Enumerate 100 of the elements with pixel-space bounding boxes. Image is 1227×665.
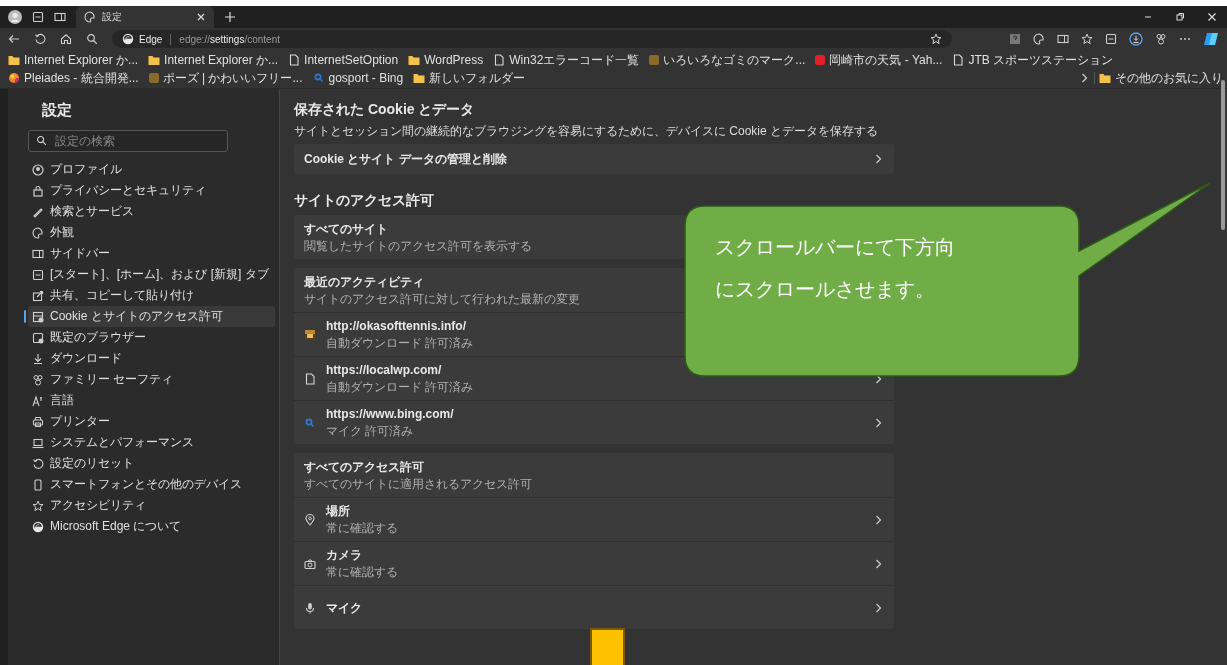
camera-icon xyxy=(304,557,316,570)
sidebar-item[interactable]: アクセシビリティ xyxy=(28,495,275,516)
bookmark-item[interactable]: Pleiades - 統合開発... xyxy=(8,70,139,86)
sidebar-item[interactable]: スマートフォンとその他のデバイス xyxy=(28,474,275,495)
sidebar-item[interactable]: ダウンロード xyxy=(28,348,275,369)
section-title: 保存された Cookie とデータ xyxy=(294,101,476,117)
family-icon xyxy=(32,373,44,386)
row-title: https://localwp.com/ xyxy=(326,363,443,377)
bookmark-item[interactable]: 岡崎市の天気 - Yah... xyxy=(815,52,943,68)
downloads-icon[interactable] xyxy=(1129,32,1143,46)
tab-title: 設定 xyxy=(102,10,122,24)
browser-icon xyxy=(32,331,44,344)
permission-row[interactable]: マイク xyxy=(294,585,894,629)
sidebar-item[interactable]: 外観 xyxy=(28,222,275,243)
laptop-icon xyxy=(32,436,44,449)
browser-tab[interactable]: 設定 xyxy=(76,6,214,28)
split-screen-icon[interactable] xyxy=(1057,33,1069,45)
permission-row[interactable]: 場所 常に確認する xyxy=(294,497,894,541)
manage-cookies-link[interactable]: Cookie とサイト データの管理と削除 xyxy=(294,144,894,174)
sidebar-item[interactable]: プロファイル xyxy=(28,159,275,180)
row-subtitle: 自動ダウンロード 許可済み xyxy=(326,380,474,394)
folder-icon xyxy=(148,54,161,66)
row-subtitle: 常に確認する xyxy=(326,565,398,579)
refresh-icon[interactable] xyxy=(34,33,46,45)
edge-logo-icon xyxy=(122,33,134,45)
favorite-star-icon[interactable] xyxy=(930,33,942,45)
bookmark-item[interactable]: Win32エラーコード一覧 xyxy=(493,52,640,68)
scrollbar-thumb[interactable] xyxy=(1221,80,1225,230)
sidebar-item[interactable]: システムとパフォーマンス xyxy=(28,432,275,453)
collections-icon[interactable] xyxy=(1105,33,1117,45)
home-icon[interactable] xyxy=(60,33,72,45)
row-subtitle: マイク 許可済み xyxy=(326,424,415,438)
favorites-icon[interactable] xyxy=(1081,33,1093,45)
folder-icon xyxy=(8,54,20,66)
bookmark-item[interactable]: その他のお気に入り xyxy=(1099,70,1223,86)
page-icon xyxy=(493,54,506,66)
sidebar-item[interactable]: 既定のブラウザー xyxy=(28,327,275,348)
bookmark-item[interactable]: gosport - Bing xyxy=(312,70,404,86)
site-label: Edge xyxy=(139,33,163,45)
microphone-icon xyxy=(304,601,316,614)
card-subtitle: すべてのサイトに適用されるアクセス許可 xyxy=(304,476,532,491)
callout-text: スクロールバーにて下方向にスクロールさせます。 xyxy=(715,235,956,302)
card-title: すべてのサイト xyxy=(304,221,389,236)
new-tab-icon[interactable] xyxy=(224,11,236,23)
edge-logo-icon xyxy=(32,520,44,533)
sidebar-icon xyxy=(32,247,44,260)
bookmark-item[interactable]: いろいろなゴミのマーク... xyxy=(649,52,806,68)
sidebar-item[interactable]: ファミリー セーフティ xyxy=(28,369,275,390)
section-description: サイトとセッション間の継続的なブラウジングを容易にするために、デバイスに Cookie とデータを保存する xyxy=(294,124,880,138)
sidebar-item[interactable]: 設定のリセット xyxy=(28,453,275,474)
bookmark-item[interactable]: JTB スポーツステーション xyxy=(952,52,1114,68)
sidebar-item[interactable]: 検索とサービス xyxy=(28,201,275,222)
lock-icon xyxy=(32,184,44,197)
card-subtitle: 閲覧したサイトのアクセス許可を表示する xyxy=(304,238,532,253)
permission-row[interactable]: https://www.bing.com/ マイク 許可済み xyxy=(294,400,894,444)
download-icon xyxy=(32,352,44,365)
folder-icon xyxy=(413,72,426,84)
sidebar-item[interactable]: 言語 xyxy=(28,390,275,411)
extension-icon[interactable] xyxy=(1009,33,1021,45)
bookmark-item[interactable]: ポーズ | かわいいフリー... xyxy=(148,70,303,86)
search-field[interactable]: 設定の検索 xyxy=(28,130,228,152)
bookmark-item[interactable]: InternetSetOption xyxy=(288,52,399,68)
close-icon[interactable] xyxy=(196,12,206,22)
sidebar-item[interactable]: [スタート]、[ホーム]、および [新規] タブ xyxy=(28,264,275,285)
row-title: http://okasofttennis.info/ xyxy=(326,319,467,333)
folder-icon xyxy=(1099,72,1111,84)
row-title: 場所 xyxy=(326,504,351,518)
accessibility-icon xyxy=(32,499,44,512)
sidebar-item[interactable]: Microsoft Edge について xyxy=(28,516,275,537)
card-title: すべてのアクセス許可 xyxy=(304,459,425,474)
bookmark-item[interactable]: 新しいフォルダー xyxy=(413,70,526,86)
workspaces-icon[interactable] xyxy=(32,11,44,23)
section-title: サイトのアクセス許可 xyxy=(294,192,435,208)
address-bar[interactable]: Edge edge://settings/content xyxy=(112,30,952,48)
copilot-icon[interactable] xyxy=(1203,31,1219,47)
card-title: 最近のアクティビティ xyxy=(304,274,425,289)
reset-icon xyxy=(32,457,44,470)
back-icon[interactable] xyxy=(8,33,20,45)
close-icon[interactable] xyxy=(1207,12,1217,22)
bookmark-item[interactable]: Internet Explorer か... xyxy=(148,52,279,68)
card-subtitle: サイトのアクセス許可に対して行われた最新の変更 xyxy=(304,291,580,306)
row-title: https://www.bing.com/ xyxy=(326,407,454,421)
profile-avatar-icon[interactable] xyxy=(8,10,22,24)
permission-row[interactable]: カメラ 常に確認する xyxy=(294,541,894,585)
sidebar-item[interactable]: プライバシーとセキュリティ xyxy=(28,180,275,201)
sidebar-item[interactable]: プリンター xyxy=(28,411,275,432)
url-text: edge://settings/content xyxy=(179,33,280,45)
sidebar-item[interactable]: サイドバー xyxy=(28,243,275,264)
site-favicon-icon xyxy=(304,328,316,341)
orb-icon xyxy=(8,72,20,84)
row-subtitle: 自動ダウンロード 許可済み xyxy=(326,336,474,350)
search-icon[interactable] xyxy=(86,33,98,45)
sidebar-item[interactable]: 共有、コピーして貼り付け xyxy=(28,285,275,306)
search-icon xyxy=(36,135,47,146)
bookmark-item[interactable]: Internet Explorer か... xyxy=(8,52,139,68)
location-pin-icon xyxy=(304,513,316,526)
bookmark-item[interactable]: WordPress xyxy=(408,52,484,68)
row-title: カメラ xyxy=(326,548,363,562)
tab-actions-icon[interactable] xyxy=(54,11,66,23)
restore-icon[interactable] xyxy=(1175,12,1185,22)
